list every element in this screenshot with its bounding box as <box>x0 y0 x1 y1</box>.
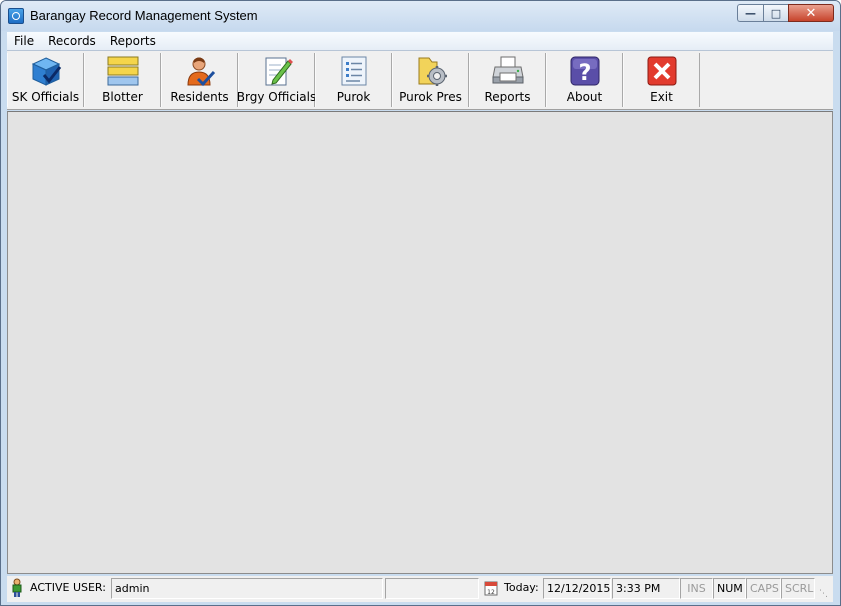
folder-gear-icon <box>418 57 447 86</box>
document-pen-icon <box>265 57 293 86</box>
about-label: About <box>566 90 603 104</box>
menu-records[interactable]: Records <box>41 32 103 50</box>
toolbar: SK Officials Blotter Residents Brgy Offi… <box>7 51 833 110</box>
ins-indicator: INS <box>680 578 713 599</box>
purok-pres-label: Purok Pres <box>399 90 462 104</box>
minimize-icon: — <box>745 6 756 20</box>
maximize-button[interactable]: □ <box>763 4 788 22</box>
status-bar: ACTIVE USER: admin 12 Today: 12/12/2015 … <box>7 576 833 602</box>
today-label: Today: <box>504 581 539 594</box>
scrl-indicator: SCRL <box>781 578 815 599</box>
svg-text:?: ? <box>578 61 591 86</box>
window-controls: — □ ✕ <box>737 4 834 22</box>
app-icon[interactable] <box>8 8 24 24</box>
menu-file[interactable]: File <box>7 32 41 50</box>
svg-text:12: 12 <box>487 589 495 596</box>
blotter-button[interactable]: Blotter <box>84 53 161 107</box>
restore-icon: □ <box>770 6 782 20</box>
purok-pres-button[interactable]: Purok Pres <box>392 53 469 107</box>
brgy-officials-label: Brgy Officials <box>236 90 317 104</box>
brgy-officials-button[interactable]: Brgy Officials <box>236 53 317 107</box>
menu-bar: File Records Reports <box>7 32 833 51</box>
close-button[interactable]: ✕ <box>788 4 834 22</box>
reports-label: Reports <box>484 90 531 104</box>
exit-button[interactable]: Exit <box>623 53 700 107</box>
window-title: Barangay Record Management System <box>30 8 258 23</box>
residents-label: Residents <box>170 90 229 104</box>
blotter-label: Blotter <box>102 90 143 104</box>
num-indicator: NUM <box>713 578 746 599</box>
active-user-label: ACTIVE USER: <box>30 581 106 594</box>
about-button[interactable]: ? About <box>546 53 623 107</box>
purok-button[interactable]: Purok <box>315 53 392 107</box>
user-icon <box>12 578 22 597</box>
sk-officials-button[interactable]: SK Officials <box>7 53 84 107</box>
main-window: Barangay Record Management System — □ ✕ … <box>0 0 841 606</box>
red-x-icon <box>647 56 676 86</box>
minimize-button[interactable]: — <box>737 4 763 22</box>
purok-label: Purok <box>336 90 371 104</box>
calendar-icon: 12 <box>484 581 498 596</box>
sk-officials-label: SK Officials <box>11 90 80 104</box>
date-value: 12/12/2015 <box>543 578 611 599</box>
reports-button[interactable]: Reports <box>469 53 546 107</box>
stacked-list-icon <box>107 56 138 86</box>
title-bar[interactable]: Barangay Record Management System — □ ✕ <box>1 1 840 31</box>
question-mark-icon: ? <box>570 56 599 86</box>
menu-reports[interactable]: Reports <box>103 32 163 50</box>
cube-check-icon <box>31 57 61 86</box>
active-user-value: admin <box>111 578 383 599</box>
caps-indicator: CAPS <box>746 578 781 599</box>
time-value: 3:33 PM <box>612 578 680 599</box>
list-document-icon <box>341 56 366 86</box>
mdi-workspace[interactable] <box>7 111 833 574</box>
residents-button[interactable]: Residents <box>161 53 238 107</box>
status-empty-panel <box>385 578 479 599</box>
printer-icon <box>491 56 524 84</box>
close-icon: ✕ <box>805 5 817 21</box>
person-check-icon <box>186 57 215 87</box>
exit-label: Exit <box>650 90 673 104</box>
resize-grip-icon[interactable]: ⋱ <box>819 588 831 600</box>
